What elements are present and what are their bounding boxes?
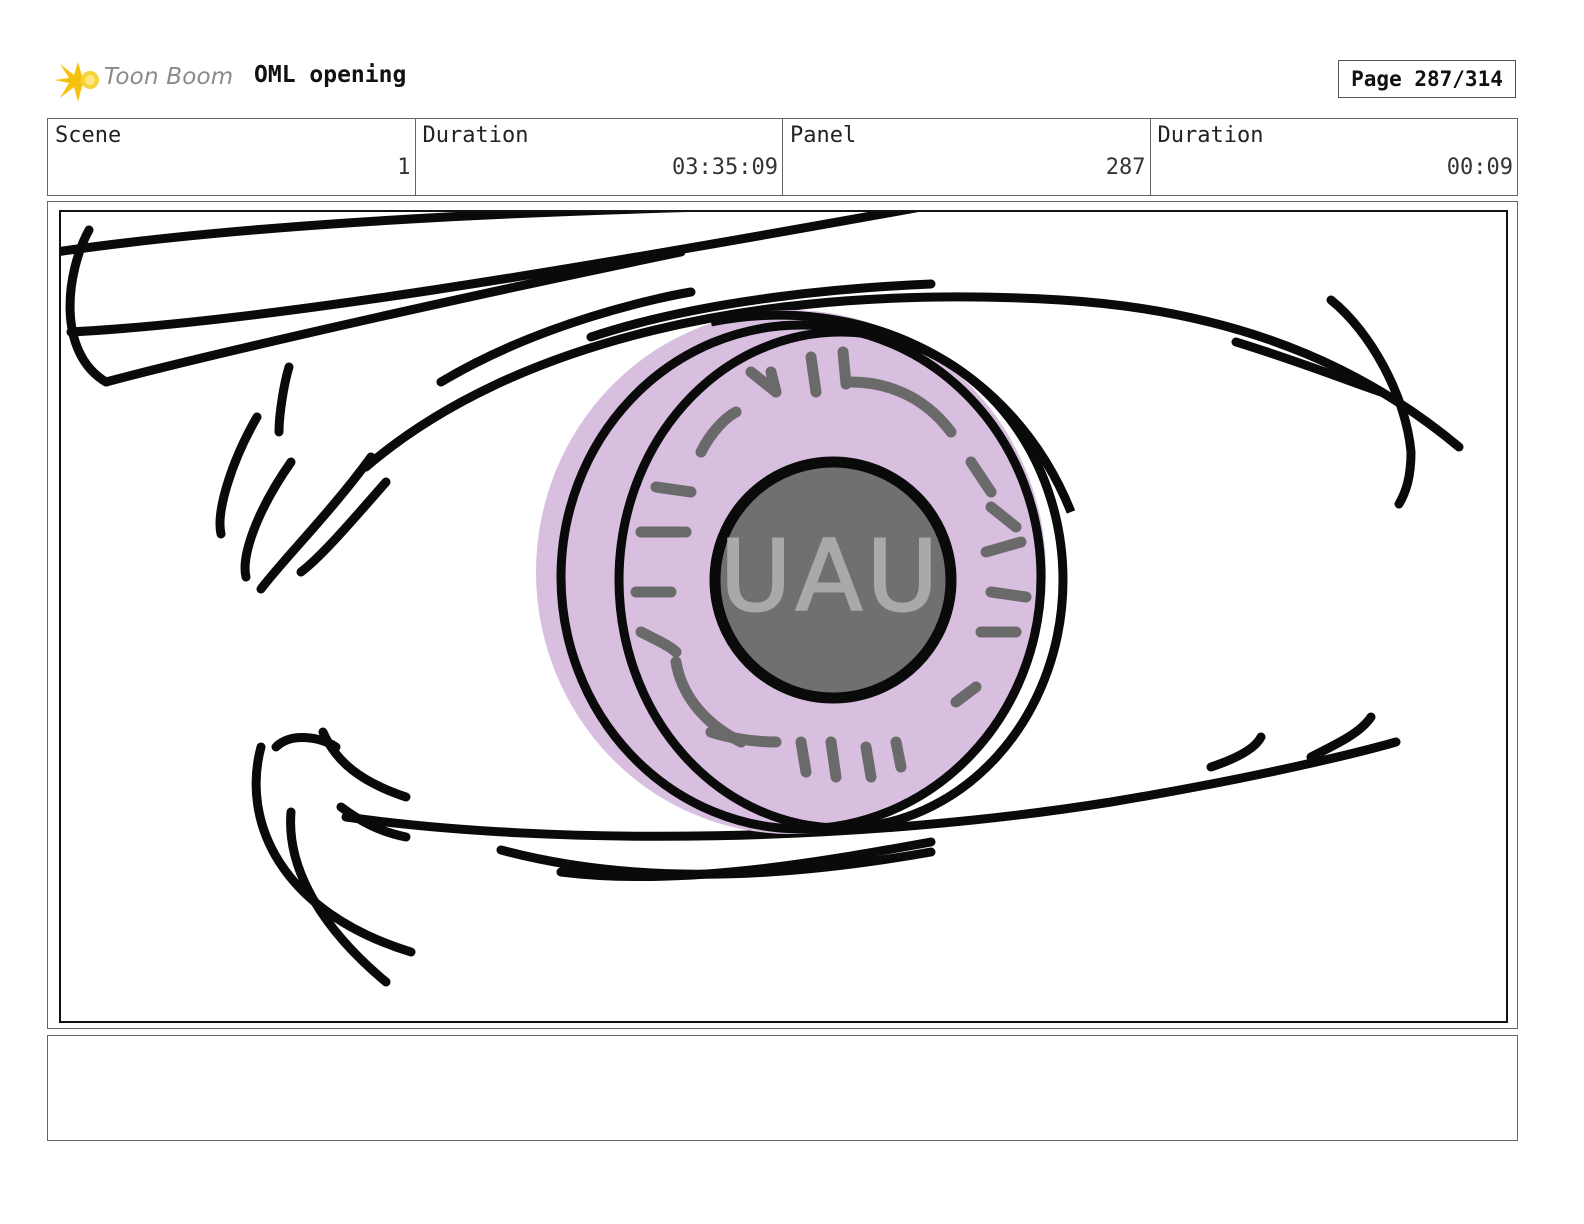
panel-image: UAU <box>59 210 1508 1023</box>
scene-duration-label: Duration <box>422 123 529 148</box>
scene-duration-value: 03:35:09 <box>672 155 778 180</box>
sunburst-icon <box>54 62 100 102</box>
scene-label: Scene <box>55 123 122 148</box>
eye-sketch-drawing: UAU <box>61 212 1464 987</box>
panel-notes <box>47 1035 1518 1141</box>
scene-cell: Scene 1 <box>48 119 416 195</box>
page-indicator: Page 287/314 <box>1338 60 1516 98</box>
scene-value: 1 <box>397 155 411 180</box>
toon-boom-logo: Toon Boom <box>52 56 238 106</box>
panel-frame: UAU <box>47 201 1518 1029</box>
panel-label: Panel <box>790 123 857 148</box>
panel-value: 287 <box>1105 155 1146 180</box>
panel-duration-cell: Duration 00:09 <box>1151 119 1518 195</box>
panel-cell: Panel 287 <box>783 119 1151 195</box>
panel-info-row: Scene 1 Duration 03:35:09 Panel 287 Dura… <box>47 118 1518 196</box>
scene-duration-cell: Duration 03:35:09 <box>416 119 783 195</box>
panel-duration-value: 00:09 <box>1446 155 1513 180</box>
panel-duration-label: Duration <box>1157 123 1264 148</box>
iris-lettering: UAU <box>720 520 943 634</box>
project-title: OML opening <box>254 62 407 88</box>
logo-text: Toon Boom <box>104 64 234 90</box>
